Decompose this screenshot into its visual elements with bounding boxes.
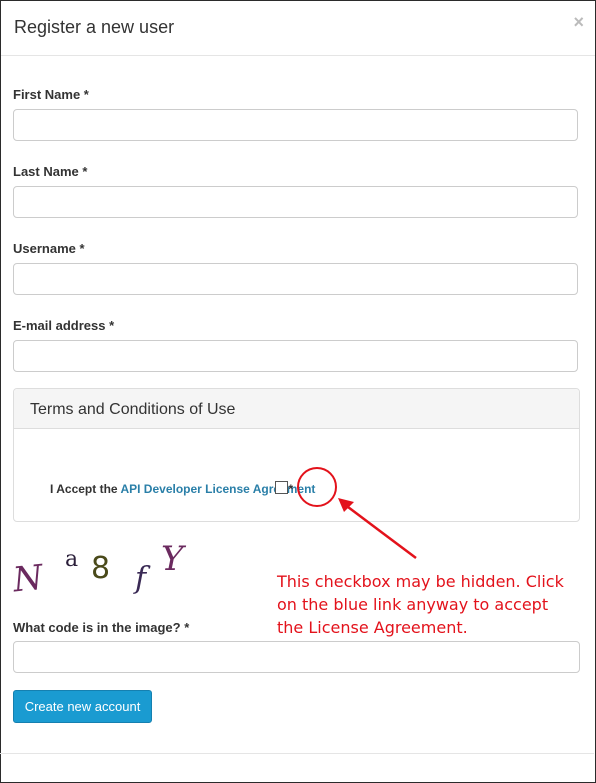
email-label: E-mail address * bbox=[13, 318, 115, 333]
last-name-input[interactable] bbox=[13, 186, 578, 218]
accept-row: I Accept the API Developer License Agree… bbox=[50, 481, 315, 496]
email-input[interactable] bbox=[13, 340, 578, 372]
required-mark: * bbox=[288, 482, 294, 496]
close-icon[interactable]: × bbox=[573, 13, 584, 31]
captcha-char: a bbox=[65, 547, 78, 572]
terms-panel: Terms and Conditions of Use I Accept the… bbox=[13, 388, 580, 522]
captcha-char: f bbox=[133, 561, 151, 596]
accept-prefix: I Accept the bbox=[50, 482, 121, 496]
accept-checkbox[interactable] bbox=[275, 481, 289, 494]
first-name-input[interactable] bbox=[13, 109, 578, 141]
captcha-char: 8 bbox=[91, 551, 110, 586]
captcha-label: What code is in the image? * bbox=[13, 620, 190, 635]
username-label: Username * bbox=[13, 241, 85, 256]
footer-divider bbox=[0, 753, 594, 754]
create-account-button[interactable]: Create new account bbox=[13, 690, 152, 723]
captcha-char: N bbox=[13, 557, 46, 600]
terms-title: Terms and Conditions of Use bbox=[30, 401, 236, 418]
modal-header: Register a new user × bbox=[1, 1, 595, 56]
captcha-char: Y bbox=[161, 539, 187, 579]
annotation-arrow-icon bbox=[338, 498, 417, 559]
first-name-label: First Name * bbox=[13, 87, 89, 102]
annotation-text: This checkbox may be hidden. Click on th… bbox=[277, 572, 564, 637]
captcha-image: N a 8 f Y bbox=[13, 539, 187, 601]
terms-panel-header: Terms and Conditions of Use bbox=[14, 389, 579, 429]
last-name-label: Last Name * bbox=[13, 164, 88, 179]
username-input[interactable] bbox=[13, 263, 578, 295]
captcha-input[interactable] bbox=[13, 641, 580, 673]
modal-title: Register a new user bbox=[14, 17, 175, 37]
